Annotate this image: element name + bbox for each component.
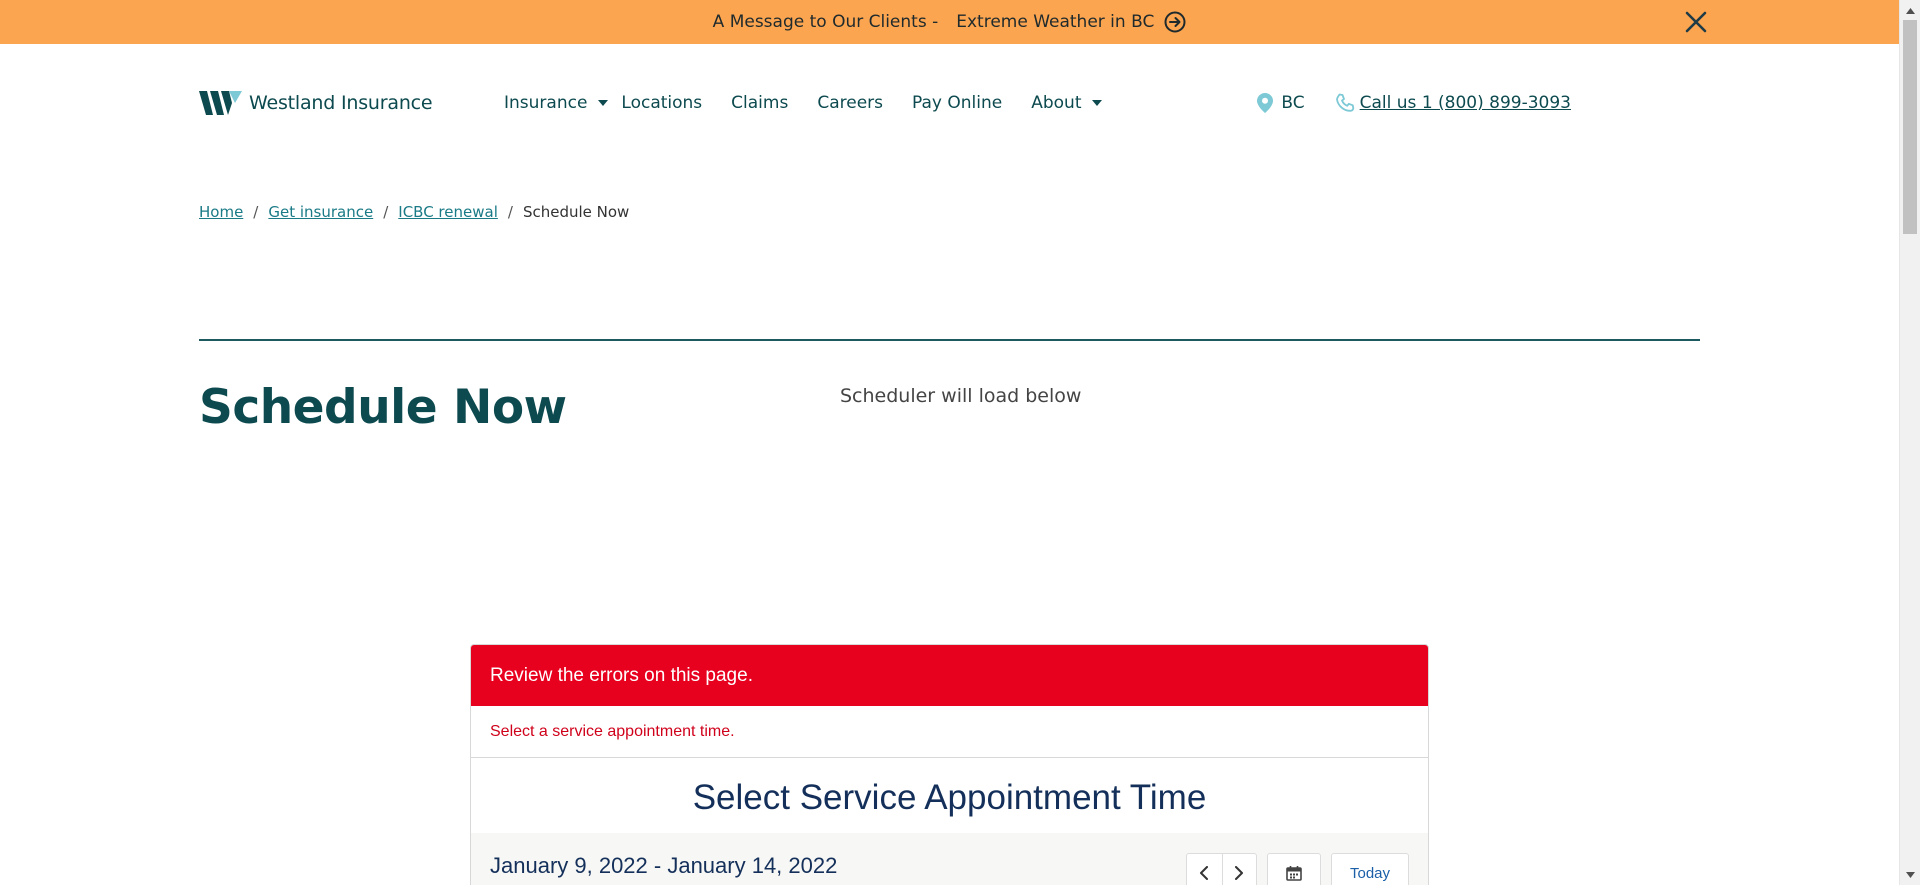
- scroll-down-icon[interactable]: [1900, 866, 1920, 883]
- breadcrumb-icbc-renewal[interactable]: ICBC renewal: [398, 203, 498, 221]
- scheduler-toolbar: January 9, 2022 - January 14, 2022 Today: [471, 833, 1428, 885]
- nav-insurance-label: Insurance: [504, 93, 588, 113]
- header-utilities: BC Call us 1 (800) 899-3093: [1257, 86, 1571, 120]
- phone-contact: Call us 1 (800) 899-3093: [1335, 93, 1571, 114]
- phone-link[interactable]: Call us 1 (800) 899-3093: [1360, 93, 1571, 113]
- week-nav: [1186, 853, 1257, 885]
- scheduler-widget: Review the errors on this page. Select a…: [470, 644, 1429, 885]
- breadcrumb: Home / Get insurance / ICBC renewal / Sc…: [199, 203, 630, 221]
- scheduler-controls: Today: [1186, 853, 1409, 885]
- nav-about[interactable]: About: [1031, 93, 1103, 113]
- westland-logo-icon: [199, 91, 242, 115]
- nav-claims[interactable]: Claims: [731, 93, 788, 113]
- site-header: Westland Insurance Insurance Locations C…: [199, 86, 1699, 120]
- chevron-right-icon: [1235, 866, 1244, 880]
- scrollbar-thumb[interactable]: [1903, 20, 1917, 234]
- page: A Message to Our Clients - Extreme Weath…: [0, 0, 1920, 885]
- error-summary-header: Review the errors on this page.: [471, 645, 1428, 706]
- banner-message: A Message to Our Clients -: [712, 12, 939, 32]
- breadcrumb-home[interactable]: Home: [199, 203, 243, 221]
- page-scrollbar[interactable]: [1899, 0, 1920, 885]
- nav-insurance[interactable]: Insurance: [504, 93, 609, 113]
- map-pin-icon: [1257, 93, 1274, 113]
- caret-down-icon: [1092, 100, 1103, 106]
- scheduler-title: Select Service Appointment Time: [692, 778, 1207, 817]
- nav-locations[interactable]: Locations: [621, 93, 702, 113]
- scroll-up-icon[interactable]: [1900, 2, 1920, 19]
- today-button[interactable]: Today: [1331, 853, 1409, 885]
- logo-text: Westland Insurance: [249, 92, 433, 114]
- main-nav: Insurance Locations Claims Careers Pay O…: [504, 93, 1132, 113]
- logo[interactable]: Westland Insurance: [199, 90, 504, 116]
- breadcrumb-get-insurance[interactable]: Get insurance: [268, 203, 373, 221]
- calendar-icon: [1286, 866, 1302, 881]
- page-title: Schedule Now: [199, 380, 567, 435]
- region-selector[interactable]: BC: [1257, 93, 1305, 113]
- breadcrumb-current: Schedule Now: [522, 203, 630, 221]
- calendar-button[interactable]: [1267, 853, 1321, 885]
- announcement-banner: A Message to Our Clients - Extreme Weath…: [0, 0, 1899, 44]
- banner-link[interactable]: Extreme Weather in BC: [956, 12, 1154, 32]
- arrow-circle-right-icon[interactable]: [1164, 11, 1186, 33]
- nav-careers[interactable]: Careers: [817, 93, 883, 113]
- nav-about-label: About: [1031, 93, 1082, 113]
- chevron-left-icon: [1200, 866, 1209, 880]
- next-week-button[interactable]: [1221, 854, 1257, 885]
- prev-week-button[interactable]: [1187, 854, 1222, 885]
- divider: [199, 339, 1700, 341]
- region-label: BC: [1281, 93, 1305, 113]
- scheduler-loading-note: Scheduler will load below: [840, 385, 1082, 407]
- close-icon[interactable]: [1683, 9, 1709, 35]
- phone-icon: [1335, 93, 1354, 112]
- error-detail[interactable]: Select a service appointment time.: [471, 706, 1428, 758]
- nav-pay-online[interactable]: Pay Online: [912, 93, 1002, 113]
- date-range: January 9, 2022 - January 14, 2022: [490, 853, 838, 878]
- caret-down-icon: [598, 100, 609, 106]
